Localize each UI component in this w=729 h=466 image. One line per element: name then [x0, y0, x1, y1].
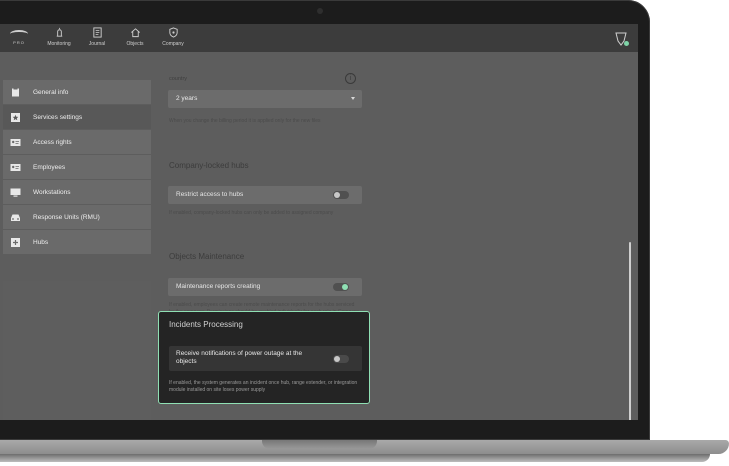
power-outage-notifications-row[interactable]: Receive notifications of power outage at… — [169, 346, 362, 371]
main-nav: Monitoring Journal Objects Company — [40, 27, 192, 47]
plus-square-icon — [10, 237, 21, 247]
company-locked-hint: If enabled, company-locked hubs can only… — [169, 210, 334, 216]
toggle-knob — [342, 284, 348, 290]
power-outage-toggle[interactable] — [333, 355, 349, 363]
select-value: 2 years — [176, 95, 198, 102]
sidebar-item-services-settings[interactable]: Services settings — [3, 105, 151, 129]
sidebar-item-label: General info — [33, 88, 69, 96]
nav-company[interactable]: Company — [154, 27, 192, 47]
sidebar-item-label: Employees — [33, 163, 66, 171]
sidebar-item-workstations[interactable]: Workstations — [3, 180, 151, 204]
nav-label: Monitoring — [47, 41, 71, 47]
sidebar-empty-area — [3, 281, 151, 420]
restrict-access-row[interactable]: Restrict access to hubs — [168, 186, 362, 204]
nav-monitoring[interactable]: Monitoring — [40, 27, 78, 47]
sidebar-item-general-info[interactable]: General info — [3, 80, 151, 104]
sidebar-item-label: Hubs — [33, 238, 49, 246]
incidents-processing-card: Incidents Processing Receive notificatio… — [158, 311, 370, 404]
toggle-knob — [334, 192, 340, 198]
row-label: Restrict access to hubs — [176, 191, 244, 198]
scrollbar[interactable] — [629, 242, 631, 420]
section-title-incidents: Incidents Processing — [169, 320, 243, 329]
section-title-maintenance: Objects Maintenance — [169, 252, 245, 261]
sidebar-item-label: Workstations — [33, 188, 71, 196]
camera — [317, 8, 323, 14]
billing-period-select[interactable]: 2 years — [168, 90, 362, 108]
nav-label: Journal — [88, 41, 106, 47]
sidebar-item-employees[interactable]: Employees — [3, 155, 151, 179]
logo-text: PRO — [13, 40, 25, 45]
top-bar: PRO Monitoring Journal Objects Company — [0, 24, 638, 52]
monitor-icon — [10, 188, 21, 197]
nav-label: Company — [162, 41, 184, 47]
id-card-icon — [10, 138, 21, 147]
country-label: country — [169, 76, 188, 82]
star-icon — [10, 112, 21, 122]
maintenance-reports-row[interactable]: Maintenance reports creating — [168, 278, 362, 296]
shield-icon — [168, 27, 179, 38]
home-icon — [130, 27, 141, 38]
incidents-hint: If enabled, the system generates an inci… — [169, 380, 358, 393]
journal-icon — [92, 27, 103, 38]
status-dot — [624, 41, 629, 46]
logo-mark-icon — [10, 30, 28, 38]
restrict-access-toggle[interactable] — [333, 191, 349, 199]
billing-period-hint: When you change the billing period it is… — [169, 118, 321, 124]
settings-sidebar: General info Services settings Access ri… — [3, 80, 151, 255]
sidebar-item-label: Response Units (RMU) — [33, 213, 100, 221]
id-card-icon — [10, 163, 21, 172]
sidebar-item-label: Access rights — [33, 138, 72, 146]
maintenance-reports-toggle[interactable] — [333, 283, 349, 291]
sidebar-item-response-units[interactable]: Response Units (RMU) — [3, 205, 151, 229]
section-title-company-locked: Company-locked hubs — [169, 161, 249, 170]
nav-objects[interactable]: Objects — [116, 27, 154, 47]
car-icon — [10, 213, 21, 222]
row-label: Receive notifications of power outage at… — [176, 350, 303, 365]
logo[interactable]: PRO — [8, 30, 30, 48]
toggle-knob — [334, 356, 340, 362]
chevron-down-icon — [351, 97, 355, 100]
nav-label: Objects — [126, 41, 144, 47]
nav-journal[interactable]: Journal — [78, 27, 116, 47]
row-label: Maintenance reports creating — [176, 283, 261, 290]
sidebar-item-label: Services settings — [33, 113, 83, 121]
sidebar-item-hubs[interactable]: Hubs — [3, 230, 151, 254]
monitoring-icon — [54, 27, 65, 38]
info-icon[interactable]: i — [345, 73, 356, 84]
laptop-notch — [262, 440, 377, 449]
laptop-base-edge — [0, 454, 710, 462]
sidebar-item-access-rights[interactable]: Access rights — [3, 130, 151, 154]
clipboard-icon — [10, 87, 21, 97]
